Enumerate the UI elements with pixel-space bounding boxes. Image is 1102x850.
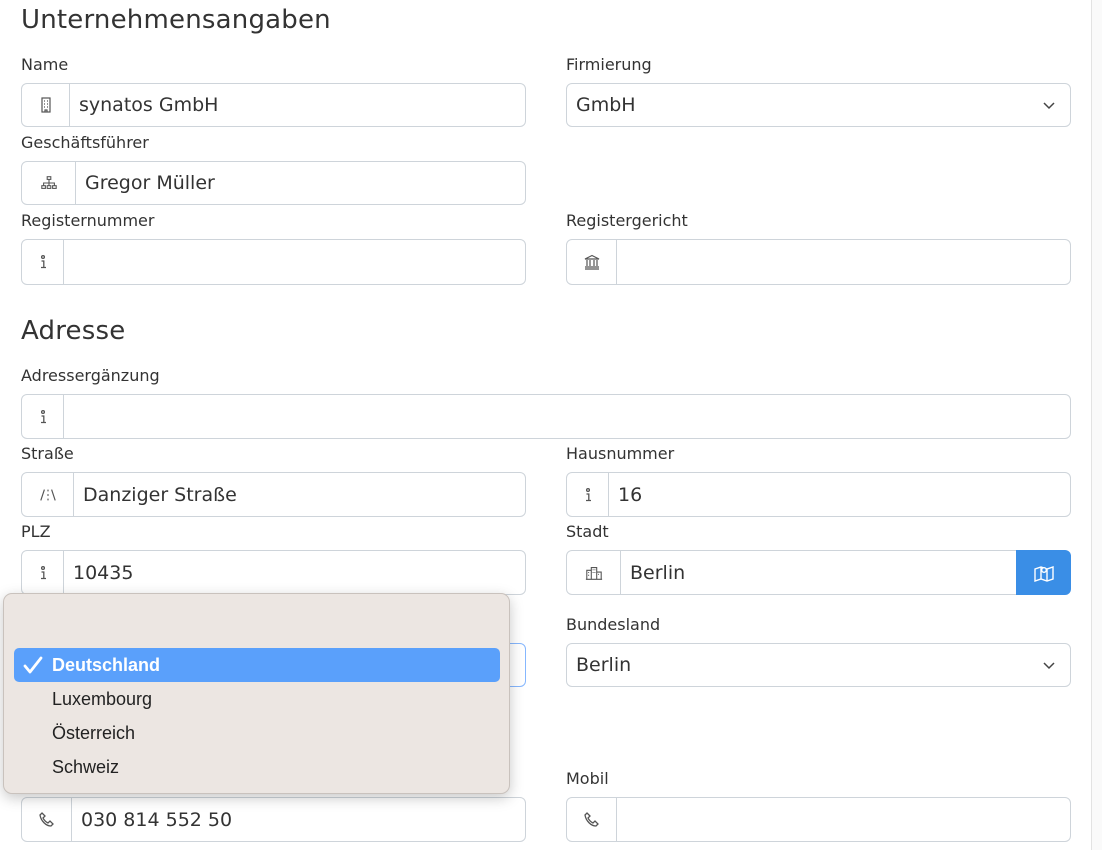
map-icon (1033, 565, 1054, 582)
building-icon (22, 84, 70, 126)
plz-label: PLZ (21, 522, 51, 541)
mobil-field[interactable] (566, 797, 1071, 842)
regger-label: Registergericht (566, 211, 688, 230)
info-icon (22, 395, 64, 438)
zusatz-label: Adressergänzung (21, 366, 160, 385)
house-field[interactable]: 16 (566, 472, 1071, 517)
regnr-field[interactable] (21, 239, 526, 285)
org-chart-icon (22, 162, 76, 204)
city-input[interactable]: Berlin (621, 551, 1016, 594)
country-option-deutschland[interactable]: Deutschland (14, 648, 500, 682)
country-option-label: Österreich (52, 722, 136, 743)
country-option-label: Luxembourg (52, 688, 153, 709)
name-label: Name (21, 55, 69, 74)
gf-field[interactable]: Gregor Müller (21, 161, 526, 205)
firmierung-value: GmbH (576, 94, 636, 116)
house-input[interactable]: 16 (609, 473, 1070, 516)
city-icon (567, 551, 621, 594)
street-input[interactable]: Danziger Straße (74, 473, 525, 516)
gf-label: Geschäftsführer (21, 133, 149, 152)
plz-input[interactable]: 10435 (64, 551, 525, 594)
zusatz-input[interactable] (64, 395, 1070, 438)
phone-input[interactable]: 030 814 552 50 (72, 798, 525, 841)
phone-icon (567, 798, 617, 841)
city-label: Stadt (566, 522, 609, 541)
scrollbar[interactable] (1091, 0, 1102, 850)
firmierung-label: Firmierung (566, 55, 652, 74)
state-label: Bundesland (566, 615, 661, 634)
country-dropdown[interactable]: Deutschland Luxembourg Österreich Schwei… (3, 593, 510, 794)
country-option-schweiz[interactable]: Schweiz (14, 750, 500, 784)
country-option-label: Schweiz (52, 756, 120, 777)
info-icon (567, 473, 609, 516)
map-button[interactable] (1016, 550, 1071, 595)
regger-input[interactable] (617, 240, 1070, 284)
mobil-label: Mobil (566, 769, 609, 788)
plz-field[interactable]: 10435 (21, 550, 526, 595)
regnr-label: Registernummer (21, 211, 155, 230)
road-icon (22, 473, 74, 516)
country-option-luxembourg[interactable]: Luxembourg (14, 682, 500, 716)
state-select[interactable]: Berlin (566, 643, 1071, 687)
chevron-down-icon (1043, 102, 1055, 110)
regger-field[interactable] (566, 239, 1071, 285)
regnr-input[interactable] (64, 240, 525, 284)
checkmark-icon (23, 656, 43, 674)
city-field[interactable]: Berlin (566, 550, 1017, 595)
name-input[interactable]: synatos GmbH (70, 84, 525, 126)
country-option-oesterreich[interactable]: Österreich (14, 716, 500, 750)
street-label: Straße (21, 444, 74, 463)
section-heading-company: Unternehmensangaben (21, 5, 331, 35)
phone-icon (22, 798, 72, 841)
zusatz-field[interactable] (21, 394, 1071, 439)
name-field[interactable]: synatos GmbH (21, 83, 526, 127)
country-option-label: Deutschland (52, 654, 161, 675)
phone-field[interactable]: 030 814 552 50 (21, 797, 526, 842)
chevron-down-icon (1043, 662, 1055, 670)
gf-input[interactable]: Gregor Müller (76, 162, 525, 204)
firmierung-select[interactable]: GmbH (566, 83, 1071, 127)
street-field[interactable]: Danziger Straße (21, 472, 526, 517)
state-value: Berlin (576, 654, 632, 676)
house-label: Hausnummer (566, 444, 675, 463)
mobil-input[interactable] (617, 798, 1070, 841)
section-heading-address: Adresse (21, 316, 126, 346)
info-icon (22, 551, 64, 594)
info-icon (22, 240, 64, 284)
bank-icon (567, 240, 617, 284)
